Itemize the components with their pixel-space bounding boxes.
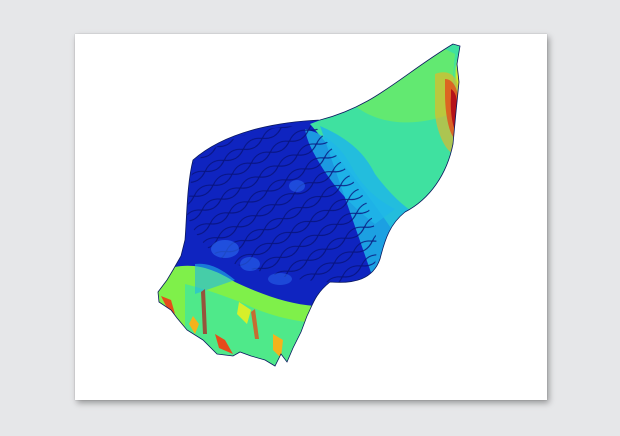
viewer-background	[0, 0, 620, 436]
stress-body	[158, 44, 460, 366]
stress-contour-plot	[157, 43, 461, 367]
image-frame	[75, 34, 547, 400]
